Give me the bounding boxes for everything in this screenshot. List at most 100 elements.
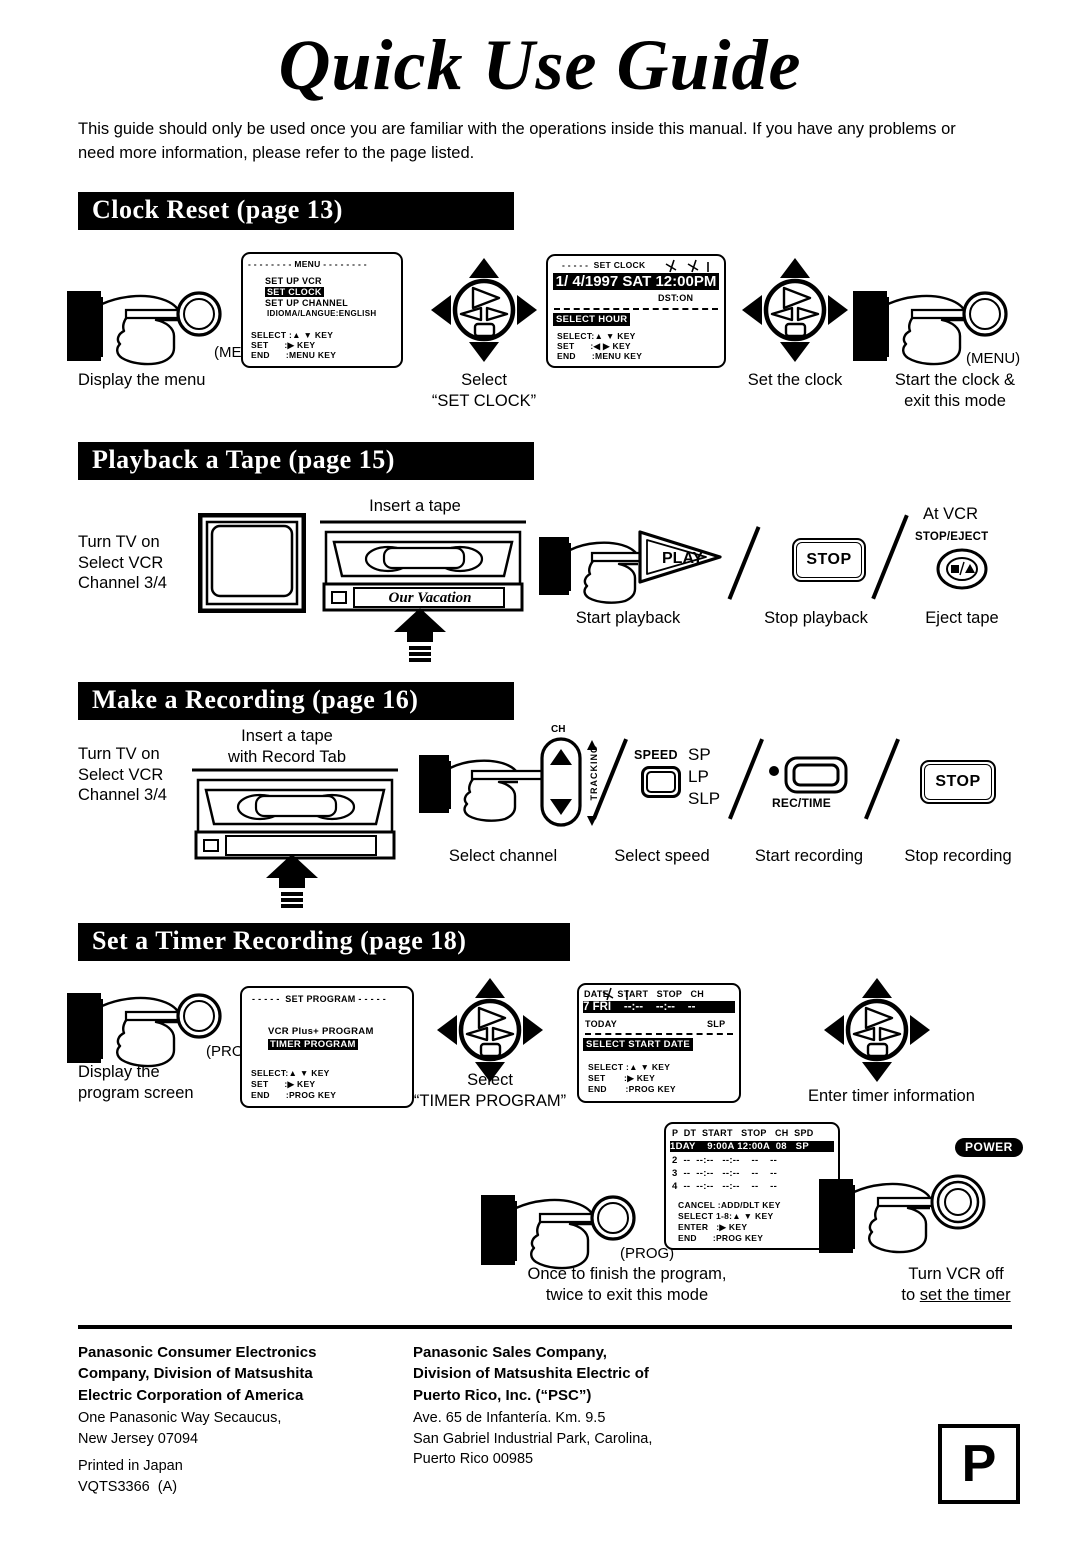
p-logo-letter: P bbox=[961, 1435, 997, 1493]
play-button-icon: PLAY bbox=[638, 530, 722, 584]
recording-tv-instruction: Turn TV on Select VCR Channel 3/4 bbox=[78, 745, 167, 805]
set-the-timer-underlined: set the timer bbox=[919, 1285, 1011, 1304]
osd-program-legend-1: SET :▶ KEY bbox=[251, 1079, 316, 1089]
step-caption-enter-timer-information: Enter timer information bbox=[808, 1087, 975, 1105]
osd-timer-entry-legend-2: END :PROG KEY bbox=[588, 1084, 676, 1094]
step-caption-eject-tape: Eject tape bbox=[925, 609, 999, 627]
osd-timer-entry-legend-0: SELECT :▲ ▼ KEY bbox=[588, 1062, 671, 1072]
osd-timer-list-legend-2: ENTER :▶ KEY bbox=[678, 1222, 748, 1232]
osd-clock-status: SELECT HOUR bbox=[553, 313, 631, 326]
section-heading-make-a-recording: Make a Recording (page 16) bbox=[78, 682, 514, 720]
at-vcr-label: At VCR bbox=[923, 505, 979, 523]
osd-timer-list-row-1: 1DAY 9:00A 12:00A 08 SP bbox=[670, 1141, 834, 1152]
prog-button-label-2: (PROG) bbox=[620, 1245, 675, 1262]
step-caption-start-clock-exit: Start the clock & exit this mode bbox=[894, 371, 1016, 410]
step-caption-select-timer-program: Select “TIMER PROGRAM” bbox=[413, 1071, 567, 1110]
osd-timer-entry-row: 7 FRI --:-- --:-- -- bbox=[583, 1001, 735, 1013]
osd-timer-entry-today: TODAY bbox=[585, 1019, 618, 1029]
footer-right-address: Ave. 65 de Infantería. Km. 9.5 San Gabri… bbox=[413, 1410, 653, 1468]
separator-slash-2 bbox=[871, 514, 909, 600]
separator-slash-1 bbox=[727, 526, 761, 600]
play-button-text: PLAY bbox=[662, 550, 704, 567]
section-heading-playback-a-tape: Playback a Tape (page 15) bbox=[78, 442, 534, 480]
separator-slash-4 bbox=[728, 738, 764, 820]
panasonic-p-logo: P bbox=[938, 1424, 1020, 1504]
vcr-with-tape-recording bbox=[192, 768, 398, 860]
osd-timer-entry-legend-1: SET :▶ KEY bbox=[588, 1073, 656, 1083]
insert-arrow-up-icon-2 bbox=[266, 854, 318, 908]
osd-clock-title: - - - - - SET CLOCK bbox=[562, 260, 646, 270]
footer-left-bold: Panasonic Consumer Electronics Company, … bbox=[78, 1344, 317, 1404]
step-caption-start-recording: Start recording bbox=[754, 847, 864, 865]
rec-time-button-icon[interactable] bbox=[766, 754, 852, 802]
speed-button[interactable] bbox=[641, 766, 681, 798]
osd-timer-entry-status: SELECT START DATE bbox=[583, 1038, 693, 1051]
hand-pressing-menu-button-1 bbox=[67, 291, 222, 366]
separator-slash-5 bbox=[864, 738, 900, 820]
step-caption-display-program-screen: Display the program screen bbox=[78, 1063, 194, 1102]
turn-vcr-off-line1: Turn VCR off bbox=[908, 1265, 1004, 1283]
footer-printed-in-japan: Printed in Japan VQTS3366 (A) bbox=[78, 1458, 183, 1495]
step-caption-select-speed: Select speed bbox=[614, 847, 710, 865]
dpad-navigation-control-3 bbox=[437, 978, 543, 1082]
dpad-navigation-control-1 bbox=[431, 258, 537, 362]
stop-button-recording[interactable]: STOP bbox=[920, 760, 996, 804]
osd-screen-set-clock: - - - - - SET CLOCK 1/ 4/1997 SAT 12:00P… bbox=[546, 254, 726, 368]
osd-menu-item-1: SET CLOCK bbox=[265, 287, 324, 297]
osd-program-legend-0: SELECT:▲ ▼ KEY bbox=[251, 1068, 330, 1078]
dpad-navigation-control-2 bbox=[742, 258, 848, 362]
quick-use-guide-page: Quick Use Guide This guide should only b… bbox=[0, 0, 1080, 1543]
page-title: Quick Use Guide bbox=[278, 25, 802, 105]
recording-insert-label: Insert a tape with Record Tab bbox=[227, 727, 347, 766]
osd-clock-dst: DST:ON bbox=[658, 293, 694, 303]
osd-timer-list-row-2: 2 -- --:-- --:-- -- -- bbox=[672, 1155, 778, 1166]
section-heading-set-a-timer-recording: Set a Timer Recording (page 18) bbox=[78, 923, 570, 961]
osd-screen-menu: - - - - - - - - MENU - - - - - - - - SET… bbox=[241, 252, 403, 368]
osd-timer-entry-speed: SLP bbox=[707, 1019, 726, 1029]
osd-menu-item-0: SET UP VCR bbox=[265, 276, 322, 286]
dpad-navigation-control-4 bbox=[824, 978, 930, 1082]
osd-clock-legend-0: SELECT:▲ ▼ KEY bbox=[557, 331, 636, 341]
step-caption-start-playback: Start playback bbox=[575, 609, 681, 627]
footer-left-address: One Panasonic Way Secaucus, New Jersey 0… bbox=[78, 1410, 282, 1447]
power-button-badge: POWER bbox=[955, 1138, 1023, 1157]
turn-vcr-off-line2: to set the timer bbox=[901, 1285, 1011, 1304]
step-caption-stop-playback: Stop playback bbox=[764, 609, 868, 627]
footer-divider bbox=[78, 1325, 1012, 1329]
step-caption-select-set-clock: Select “SET CLOCK” bbox=[431, 371, 537, 410]
step-caption-select-channel: Select channel bbox=[448, 847, 558, 865]
insert-arrow-up-icon-1 bbox=[394, 608, 446, 662]
osd-timer-list-legend-3: END :PROG KEY bbox=[678, 1233, 764, 1243]
speed-button-label: SPEED bbox=[634, 748, 678, 762]
tape-label-text: Our Vacation bbox=[388, 590, 472, 606]
menu-button-label-2: (MENU) bbox=[966, 350, 1021, 367]
osd-timer-list-legend-0: CANCEL :ADD/DLT KEY bbox=[678, 1200, 781, 1210]
stop-button-playback[interactable]: STOP bbox=[792, 538, 866, 582]
osd-clock-datetime: 1/ 4/1997 SAT 12:00PM bbox=[553, 273, 719, 290]
step-caption-set-the-clock: Set the clock bbox=[747, 371, 843, 389]
osd-screen-set-program: - - - - - SET PROGRAM - - - - - VCR Plus… bbox=[240, 986, 414, 1108]
channel-up-down-rocker-icon[interactable] bbox=[538, 736, 584, 828]
osd-menu-legend-2: END :MENU KEY bbox=[251, 350, 337, 360]
osd-program-item-0: VCR Plus+ PROGRAM bbox=[268, 1026, 374, 1037]
speed-option-slp: SLP bbox=[688, 789, 721, 808]
hand-pressing-power-button bbox=[819, 1174, 986, 1254]
osd-screen-timer-list: P DT START STOP CH SPD 1DAY 9:00A 12:00A… bbox=[664, 1122, 840, 1250]
playback-insert-label: Insert a tape bbox=[369, 497, 461, 515]
step-caption-display-menu: Display the menu bbox=[78, 371, 206, 389]
step-caption-finish-exit-program: Once to finish the program, twice to exi… bbox=[527, 1265, 727, 1304]
osd-menu-title: - - - - - - - - MENU - - - - - - - - bbox=[248, 259, 367, 269]
footer-right-bold: Panasonic Sales Company, Division of Mat… bbox=[413, 1344, 649, 1404]
step-caption-stop-recording: Stop recording bbox=[904, 847, 1012, 865]
stop-eject-button-icon[interactable] bbox=[936, 548, 988, 590]
stop-button-label-recording: STOP bbox=[935, 773, 981, 790]
osd-screen-timer-entry: DATE START STOP CH 7 FRI --:-- --:-- -- … bbox=[577, 983, 741, 1103]
osd-menu-item-2: SET UP CHANNEL bbox=[265, 298, 349, 308]
stop-button-label-playback: STOP bbox=[806, 551, 852, 568]
television-icon bbox=[198, 513, 306, 613]
osd-program-item-1: TIMER PROGRAM bbox=[268, 1039, 358, 1050]
osd-program-legend-2: END :PROG KEY bbox=[251, 1090, 337, 1100]
section-heading-clock-reset: Clock Reset (page 13) bbox=[78, 192, 514, 230]
rec-time-label: REC/TIME bbox=[772, 796, 831, 810]
playback-tv-instruction: Turn TV on Select VCR Channel 3/4 bbox=[78, 533, 167, 593]
